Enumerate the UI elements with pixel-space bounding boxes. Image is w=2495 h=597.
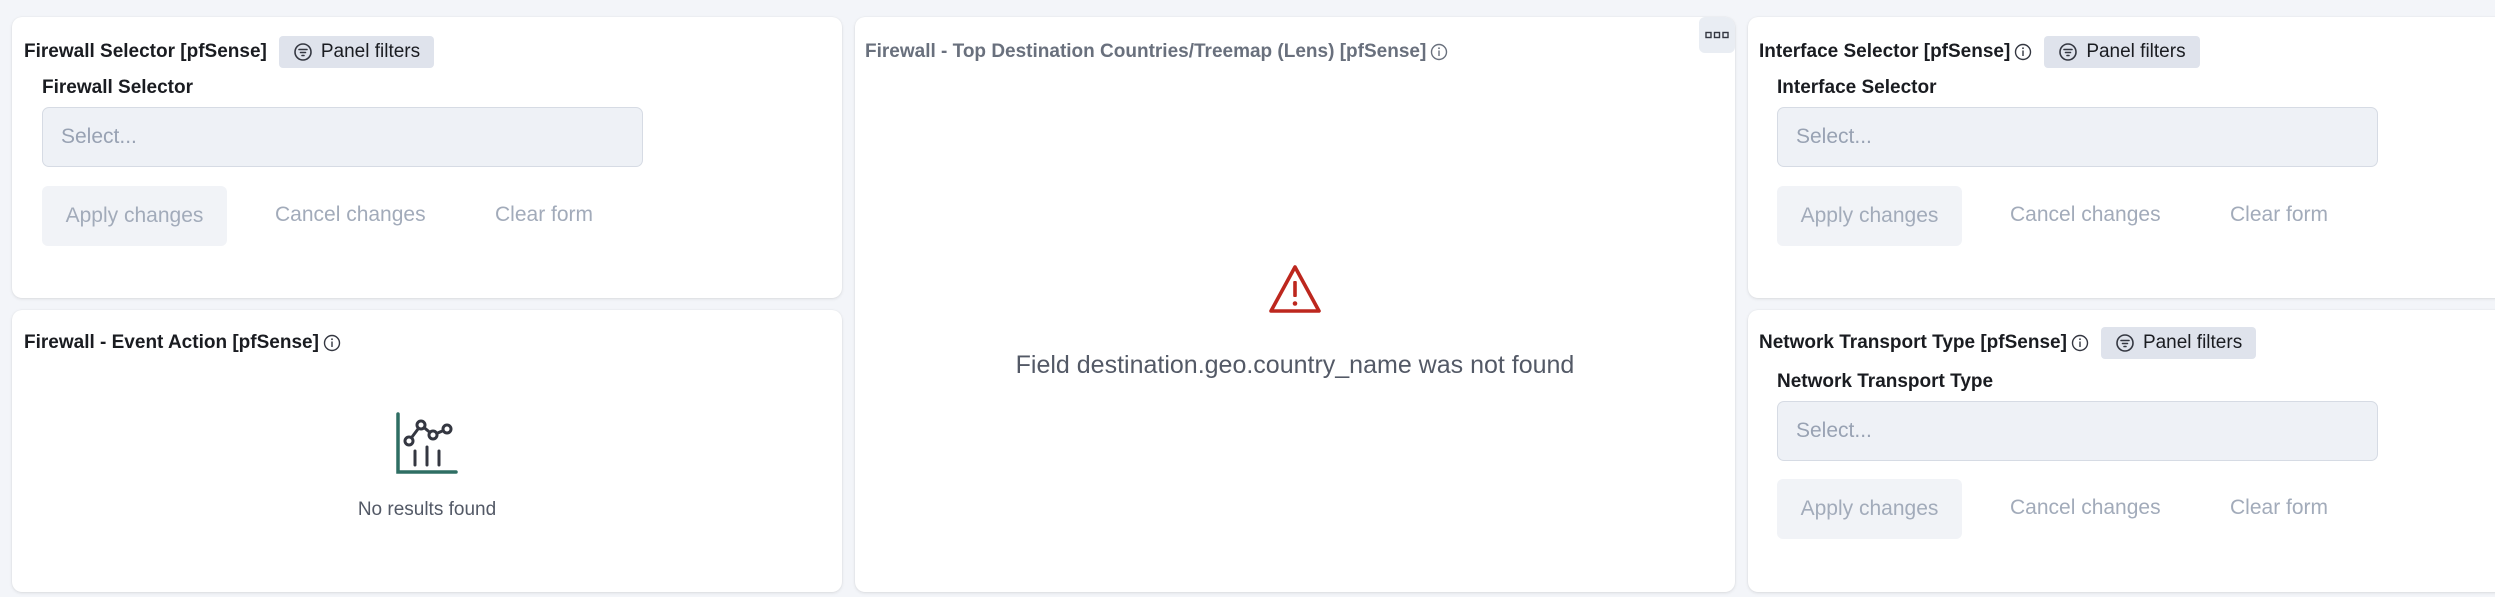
clear-form-button[interactable]: Clear form [495, 203, 593, 227]
panel-filters-badge[interactable]: Panel filters [2044, 36, 2200, 68]
panel-title: Firewall Selector [pfSense] [24, 41, 267, 62]
firewall-select-input[interactable]: Select... [42, 107, 643, 167]
panel-title: Interface Selector [pfSense] [1759, 41, 2011, 62]
empty-chart-icon [396, 412, 458, 474]
panel-header: Firewall Selector [pfSense] Panel filter… [24, 31, 829, 73]
panel-filters-label: Panel filters [2086, 41, 2186, 62]
panel-title: Firewall - Event Action [pfSense] [24, 332, 319, 353]
info-icon[interactable] [323, 334, 341, 352]
transport-type-label: Network Transport Type [1777, 371, 1994, 392]
panel-title: Network Transport Type [pfSense] [1759, 332, 2067, 353]
firewall-selector-panel: Firewall Selector [pfSense] Panel filter… [12, 17, 842, 298]
panel-header: Network Transport Type [pfSense] Panel f… [1759, 322, 2495, 364]
info-icon[interactable] [2014, 43, 2032, 61]
clear-form-button[interactable]: Clear form [2230, 203, 2328, 227]
interface-selector-label: Interface Selector [1777, 77, 1937, 98]
cancel-changes-button[interactable]: Cancel changes [275, 203, 426, 227]
panel-filters-label: Panel filters [2142, 332, 2243, 353]
firewall-selector-label: Firewall Selector [42, 77, 194, 98]
dots-icon [1705, 31, 1729, 39]
panel-filters-label: Panel filters [320, 41, 421, 62]
event-action-panel: Firewall - Event Action [pfSense] No res… [12, 310, 842, 592]
panel-options-button[interactable] [1699, 17, 1735, 53]
interface-selector-panel: Interface Selector [pfSense] Panel filte… [1748, 17, 2495, 298]
treemap-panel: Firewall - Top Destination Countries/Tre… [855, 17, 1735, 592]
info-icon[interactable] [2071, 334, 2089, 352]
cancel-changes-button[interactable]: Cancel changes [2010, 203, 2161, 227]
filter-icon [2116, 334, 2134, 352]
panel-filters-badge[interactable]: Panel filters [2100, 327, 2257, 359]
apply-changes-button[interactable]: Apply changes [1777, 479, 1962, 539]
interface-select-input[interactable]: Select... [1777, 107, 2378, 167]
panel-header: Firewall - Event Action [pfSense] [24, 322, 829, 364]
apply-changes-button[interactable]: Apply changes [42, 186, 227, 246]
panel-header: Interface Selector [pfSense] Panel filte… [1759, 31, 2495, 73]
transport-type-panel: Network Transport Type [pfSense] Panel f… [1748, 310, 2495, 592]
panel-filters-badge[interactable]: Panel filters [278, 36, 435, 68]
filter-icon [294, 43, 312, 61]
empty-message: No results found [357, 499, 497, 520]
transport-type-select-input[interactable]: Select... [1777, 401, 2378, 461]
panel-header: Firewall - Top Destination Countries/Tre… [865, 31, 1722, 73]
warning-icon [1269, 265, 1321, 313]
info-icon[interactable] [1430, 43, 1448, 61]
clear-form-button[interactable]: Clear form [2230, 496, 2328, 520]
cancel-changes-button[interactable]: Cancel changes [2010, 496, 2161, 520]
filter-icon [2059, 43, 2078, 61]
apply-changes-button[interactable]: Apply changes [1777, 186, 1962, 246]
error-message: Field destination.geo.country_name was n… [1015, 351, 1575, 379]
panel-title: Firewall - Top Destination Countries/Tre… [865, 41, 1427, 62]
